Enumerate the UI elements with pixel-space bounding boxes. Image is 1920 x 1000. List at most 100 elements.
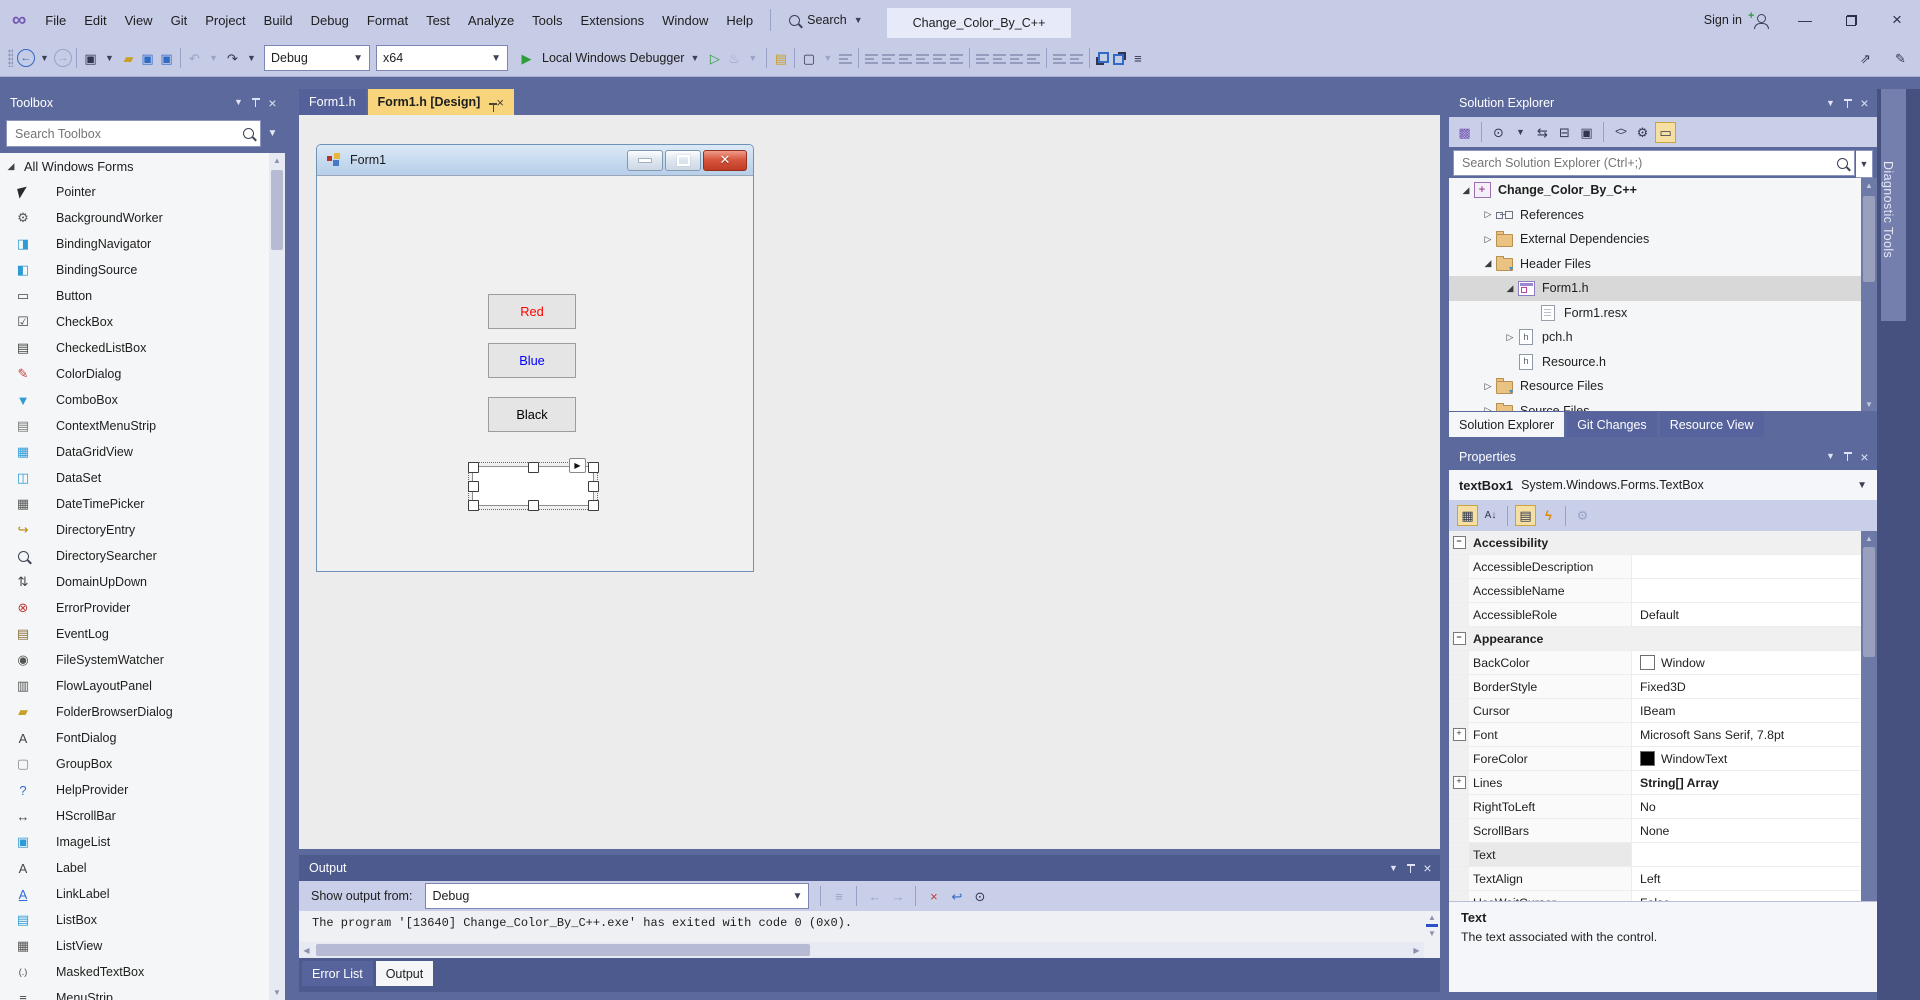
toolbox-search-chevron-down-icon[interactable]: ▼: [264, 120, 281, 147]
events-icon[interactable]: ϟ: [1539, 506, 1558, 525]
textbox1-control[interactable]: ▶: [472, 466, 594, 506]
expand-arrow-icon[interactable]: ▷: [1503, 332, 1517, 343]
toolbox-item-colordialog[interactable]: ✎ColorDialog: [0, 361, 269, 387]
sync-with-active-document-icon[interactable]: ⇆: [1533, 123, 1552, 142]
resize-handle-nw[interactable]: [468, 462, 479, 473]
expand-arrow-icon[interactable]: ◢: [1481, 258, 1495, 269]
props-pin-icon[interactable]: [1839, 447, 1856, 466]
tab-form1-h-design[interactable]: Form1.h [Design]×: [368, 89, 514, 115]
solution-search-input[interactable]: [1453, 150, 1855, 176]
menu-item-build[interactable]: Build: [255, 0, 302, 40]
toolbox-item-label[interactable]: ALabel: [0, 855, 269, 881]
property-category-accessibility[interactable]: −Accessibility: [1449, 531, 1861, 555]
add-account-icon[interactable]: +: [1752, 13, 1768, 28]
form-button-blue[interactable]: Blue: [488, 343, 576, 378]
pending-changes-filter-icon[interactable]: ⊙: [1489, 123, 1508, 142]
filter-chevron-down-icon[interactable]: ▼: [1511, 123, 1530, 142]
se-pin-icon[interactable]: [1839, 94, 1856, 113]
property-row-forecolor[interactable]: ForeColorWindowText: [1449, 747, 1861, 771]
toolbox-item-dataset[interactable]: ◫DataSet: [0, 465, 269, 491]
scroll-thumb[interactable]: [316, 944, 810, 956]
property-row-text[interactable]: Text: [1449, 843, 1861, 867]
categorized-icon[interactable]: ▦: [1457, 505, 1478, 526]
toolbox-item-combobox[interactable]: ▼ComboBox: [0, 387, 269, 413]
toolbox-item-bindingnavigator[interactable]: ◨BindingNavigator: [0, 231, 269, 257]
menu-item-test[interactable]: Test: [417, 0, 459, 40]
run-without-debug-icon[interactable]: ▷: [705, 49, 724, 68]
bring-to-front-icon[interactable]: [1094, 50, 1111, 67]
share-icon[interactable]: ⇗: [1856, 49, 1875, 68]
properties-header[interactable]: Properties ▼ ×: [1449, 443, 1877, 470]
preview-selected-items-icon[interactable]: ▭: [1655, 122, 1676, 143]
form-minimize-button[interactable]: [627, 150, 663, 171]
expand-arrow-icon[interactable]: ◢: [0, 161, 22, 172]
se-close-icon[interactable]: ×: [1856, 94, 1873, 113]
platform-dropdown[interactable]: x64 ▼: [376, 45, 508, 71]
output-vertical-scrollbar[interactable]: ▲ ▼: [1424, 911, 1440, 960]
solution-tree-scrollbar[interactable]: ▲ ▼: [1861, 178, 1877, 411]
toolbox-search-field[interactable]: [13, 126, 243, 142]
se-menu-chevron-down-icon[interactable]: ▼: [1822, 94, 1839, 113]
property-value[interactable]: [1632, 579, 1861, 602]
toolbox-item-backgroundworker[interactable]: ⚙BackgroundWorker: [0, 205, 269, 231]
splitter-handle[interactable]: [1426, 924, 1438, 927]
toolbox-item-maskedtextbox[interactable]: (.)MaskedTextBox: [0, 959, 269, 985]
menu-item-format[interactable]: Format: [358, 0, 417, 40]
scroll-down-icon[interactable]: ▼: [269, 985, 285, 1000]
toolbox-item-listbox[interactable]: ▤ListBox: [0, 907, 269, 933]
collapse-all-icon[interactable]: ⊟: [1555, 123, 1574, 142]
resize-handle-sw[interactable]: [468, 500, 479, 511]
redo-chevron-down-icon[interactable]: ▼: [242, 49, 261, 68]
resize-handle-w[interactable]: [468, 481, 479, 492]
toolbox-item-filesystemwatcher[interactable]: ◉FileSystemWatcher: [0, 647, 269, 673]
timestamp-icon[interactable]: ⊙: [970, 887, 989, 906]
toolbox-item-datagridview[interactable]: ▦DataGridView: [0, 439, 269, 465]
menu-item-extensions[interactable]: Extensions: [572, 0, 654, 40]
property-value[interactable]: Left: [1632, 867, 1861, 890]
minimize-button[interactable]: —: [1782, 0, 1828, 40]
tree-item-form1-h[interactable]: ◢Form1.h: [1449, 276, 1861, 301]
new-project-icon[interactable]: ▣: [81, 49, 100, 68]
property-value[interactable]: Window: [1632, 651, 1861, 674]
properties-wrench-icon[interactable]: ⚙: [1633, 123, 1652, 142]
property-value[interactable]: IBeam: [1632, 699, 1861, 722]
toolbox-item-checkbox[interactable]: ☑CheckBox: [0, 309, 269, 335]
menu-item-file[interactable]: File: [36, 0, 75, 40]
save-all-icon[interactable]: ▣: [157, 49, 176, 68]
property-value[interactable]: [1632, 843, 1861, 866]
smart-tag-button[interactable]: ▶: [569, 458, 586, 473]
solution-search-chevron-down-icon[interactable]: ▼: [1856, 150, 1873, 178]
property-value[interactable]: WindowText: [1632, 747, 1861, 770]
toolbox-item-directoryentry[interactable]: ↪DirectoryEntry: [0, 517, 269, 543]
form-maximize-button[interactable]: [665, 150, 701, 171]
solution-config-dropdown[interactable]: Debug ▼: [264, 45, 370, 71]
property-row-accessibledescription[interactable]: AccessibleDescription: [1449, 555, 1861, 579]
toolbox-item-pointer[interactable]: ◤Pointer: [0, 179, 269, 205]
menu-item-help[interactable]: Help: [717, 0, 762, 40]
scroll-up-icon[interactable]: ▲: [1861, 531, 1877, 545]
property-category-appearance[interactable]: −Appearance: [1449, 627, 1861, 651]
start-debugging-button[interactable]: ▶ Local Windows Debugger ▼: [511, 45, 705, 71]
property-row-scrollbars[interactable]: ScrollBarsNone: [1449, 819, 1861, 843]
tree-item-resource-files[interactable]: ▷Resource Files: [1449, 374, 1861, 399]
toolbar-grip[interactable]: [8, 49, 13, 67]
expand-arrow-icon[interactable]: ▷: [1481, 234, 1495, 245]
preview-window-icon[interactable]: ▢: [799, 49, 818, 68]
scroll-thumb[interactable]: [1863, 547, 1875, 657]
scroll-thumb[interactable]: [1863, 196, 1875, 282]
toolbox-header[interactable]: Toolbox ▼ ×: [0, 89, 285, 116]
property-value[interactable]: Microsoft Sans Serif, 7.8pt: [1632, 723, 1861, 746]
menu-item-tools[interactable]: Tools: [523, 0, 571, 40]
scroll-up-icon[interactable]: ▲: [269, 153, 285, 168]
send-feedback-icon[interactable]: ✎: [1891, 49, 1910, 68]
alphabetical-icon[interactable]: A↓: [1481, 506, 1500, 525]
tree-item-resource-h[interactable]: hResource.h: [1449, 350, 1861, 375]
toolbox-item-hscrollbar[interactable]: ↔HScrollBar: [0, 803, 269, 829]
property-value[interactable]: No: [1632, 795, 1861, 818]
property-value[interactable]: None: [1632, 819, 1861, 842]
tree-item-change-color-by-c[interactable]: ◢+Change_Color_By_C++: [1449, 178, 1861, 203]
toolbox-item-directorysearcher[interactable]: DirectorySearcher: [0, 543, 269, 569]
toolbox-item-folderbrowserdialog[interactable]: ▰FolderBrowserDialog: [0, 699, 269, 725]
menu-item-view[interactable]: View: [116, 0, 162, 40]
output-source-dropdown[interactable]: Debug ▼: [425, 883, 809, 909]
